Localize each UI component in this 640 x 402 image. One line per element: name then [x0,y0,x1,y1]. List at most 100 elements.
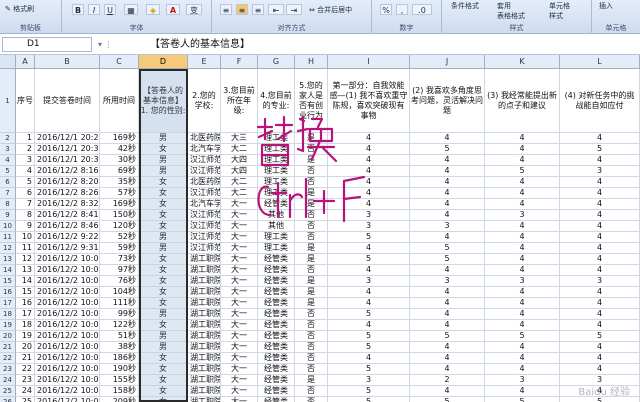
table-cell[interactable]: 4 [485,353,560,364]
table-cell[interactable]: 2016/12/2 8:20:36 [35,177,100,188]
header-cell[interactable]: 第一部分：自我效能感—(1) 我不喜欢重守陈规，喜欢突破现有事物 [328,69,410,133]
table-cell[interactable]: 经管类 [258,276,295,287]
table-cell[interactable]: 4 [328,144,410,155]
table-cell[interactable]: 24 [16,386,35,397]
table-cell[interactable]: 2016/12/2 10:02:23 [35,375,100,386]
table-cell[interactable]: 2016/12/2 8:32:04 [35,199,100,210]
italic-button[interactable]: I [88,4,100,15]
table-cell[interactable]: 男 [139,133,188,144]
table-cell[interactable]: 5 [328,232,410,243]
table-cell[interactable]: 5 [560,331,640,342]
table-cell[interactable]: 5 [328,331,410,342]
table-cell[interactable]: 否 [295,221,328,232]
table-cell[interactable]: 2016/12/2 10:02:28 [35,386,100,397]
table-cell[interactable]: 57秒 [100,188,139,199]
table-cell[interactable]: 5 [410,254,485,265]
table-cell[interactable]: 2016/12/2 10:00:47 [35,287,100,298]
table-cell[interactable]: 73秒 [100,254,139,265]
table-cell[interactable]: 女 [139,375,188,386]
table-cell[interactable]: 经管类 [258,397,295,402]
table-cell[interactable]: 2016/12/2 10:02:47 [35,397,100,402]
table-cell[interactable]: 122秒 [100,320,139,331]
table-cell[interactable]: 理工类 [258,166,295,177]
row-header[interactable]: 6 [0,177,16,188]
row-header[interactable]: 2 [0,133,16,144]
table-cell[interactable]: 大一 [221,210,258,221]
table-cell[interactable]: 女 [139,199,188,210]
table-cell[interactable]: 2016/12/1 20:31:09 [35,144,100,155]
table-cell[interactable]: 2016/12/2 9:22:57 [35,232,100,243]
table-cell[interactable]: 经管类 [258,331,295,342]
table-cell[interactable]: 经管类 [258,375,295,386]
table-cell[interactable]: 155秒 [100,375,139,386]
table-cell[interactable]: 42秒 [100,144,139,155]
table-cell[interactable]: 7 [16,199,35,210]
row-header[interactable]: 24 [0,375,16,386]
conditional-format-button[interactable]: 条件格式 [448,0,482,11]
row-header[interactable]: 1 [0,69,16,133]
table-cell[interactable]: 大一 [221,342,258,353]
header-cell[interactable]: 所用时间 [100,69,139,133]
table-cell[interactable]: 女 [139,210,188,221]
table-cell[interactable]: 理工类 [258,177,295,188]
table-cell[interactable]: 5 [328,364,410,375]
table-cell[interactable]: 4 [560,133,640,144]
table-cell[interactable]: 2016/12/2 10:01:23 [35,331,100,342]
table-cell[interactable]: 2016/12/2 8:16:13 [35,166,100,177]
table-cell[interactable]: 大三 [221,133,258,144]
table-cell[interactable]: 158秒 [100,386,139,397]
table-cell[interactable]: 湖工职院 [188,287,221,298]
table-cell[interactable]: 4 [485,287,560,298]
row-header[interactable]: 17 [0,298,16,309]
table-cell[interactable]: 大二 [221,144,258,155]
table-cell[interactable]: 男 [139,155,188,166]
table-cell[interactable]: 湖工职院 [188,265,221,276]
table-cell[interactable]: 4 [328,199,410,210]
table-cell[interactable]: 4 [485,254,560,265]
table-cell[interactable]: 3 [328,375,410,386]
table-cell[interactable]: 否 [295,342,328,353]
table-cell[interactable]: 理工类 [258,243,295,254]
table-cell[interactable]: 否 [295,353,328,364]
table-cell[interactable]: 大一 [221,298,258,309]
table-cell[interactable]: 5 [410,331,485,342]
table-cell[interactable]: 4 [410,364,485,375]
table-cell[interactable]: 大一 [221,287,258,298]
table-cell[interactable]: 5 [410,144,485,155]
row-header[interactable]: 19 [0,320,16,331]
table-cell[interactable]: 4 [485,364,560,375]
table-cell[interactable]: 是 [295,155,328,166]
table-cell[interactable]: 北医药院 [188,133,221,144]
table-cell[interactable]: 4 [560,221,640,232]
table-cell[interactable]: 2016/12/2 10:01:43 [35,342,100,353]
table-cell[interactable]: 4 [410,188,485,199]
table-cell[interactable]: 汉江师范 [188,155,221,166]
table-cell[interactable]: 理工类 [258,155,295,166]
table-cell[interactable]: 169秒 [100,133,139,144]
table-cell[interactable]: 是 [295,199,328,210]
table-cell[interactable]: 大二 [221,177,258,188]
table-cell[interactable]: 女 [139,353,188,364]
column-header-e[interactable]: E [188,55,221,69]
table-cell[interactable]: 5 [410,397,485,402]
table-cell[interactable]: 21 [16,353,35,364]
table-cell[interactable]: 湖工职院 [188,276,221,287]
bold-button[interactable]: B [72,4,84,15]
table-cell[interactable]: 2016/12/1 20:26:59 [35,133,100,144]
table-cell[interactable]: 4 [410,320,485,331]
table-cell[interactable]: 6 [16,188,35,199]
table-cell[interactable]: 4 [560,155,640,166]
table-cell[interactable]: 4 [485,265,560,276]
table-cell[interactable]: 女 [139,221,188,232]
table-cell[interactable]: 11 [16,243,35,254]
table-cell[interactable]: 4 [560,320,640,331]
table-cell[interactable]: 4 [328,265,410,276]
table-cell[interactable]: 汉江师范 [188,221,221,232]
column-header-g[interactable]: G [258,55,295,69]
merge-center-button[interactable]: ⇔ 合并后居中 [306,4,355,15]
table-cell[interactable]: 2016/12/2 10:00:35 [35,265,100,276]
table-cell[interactable]: 12 [16,254,35,265]
borders-icon[interactable]: ▦ [124,4,138,15]
table-cell[interactable]: 2016/12/2 9:31:52 [35,243,100,254]
table-cell[interactable]: 经管类 [258,199,295,210]
